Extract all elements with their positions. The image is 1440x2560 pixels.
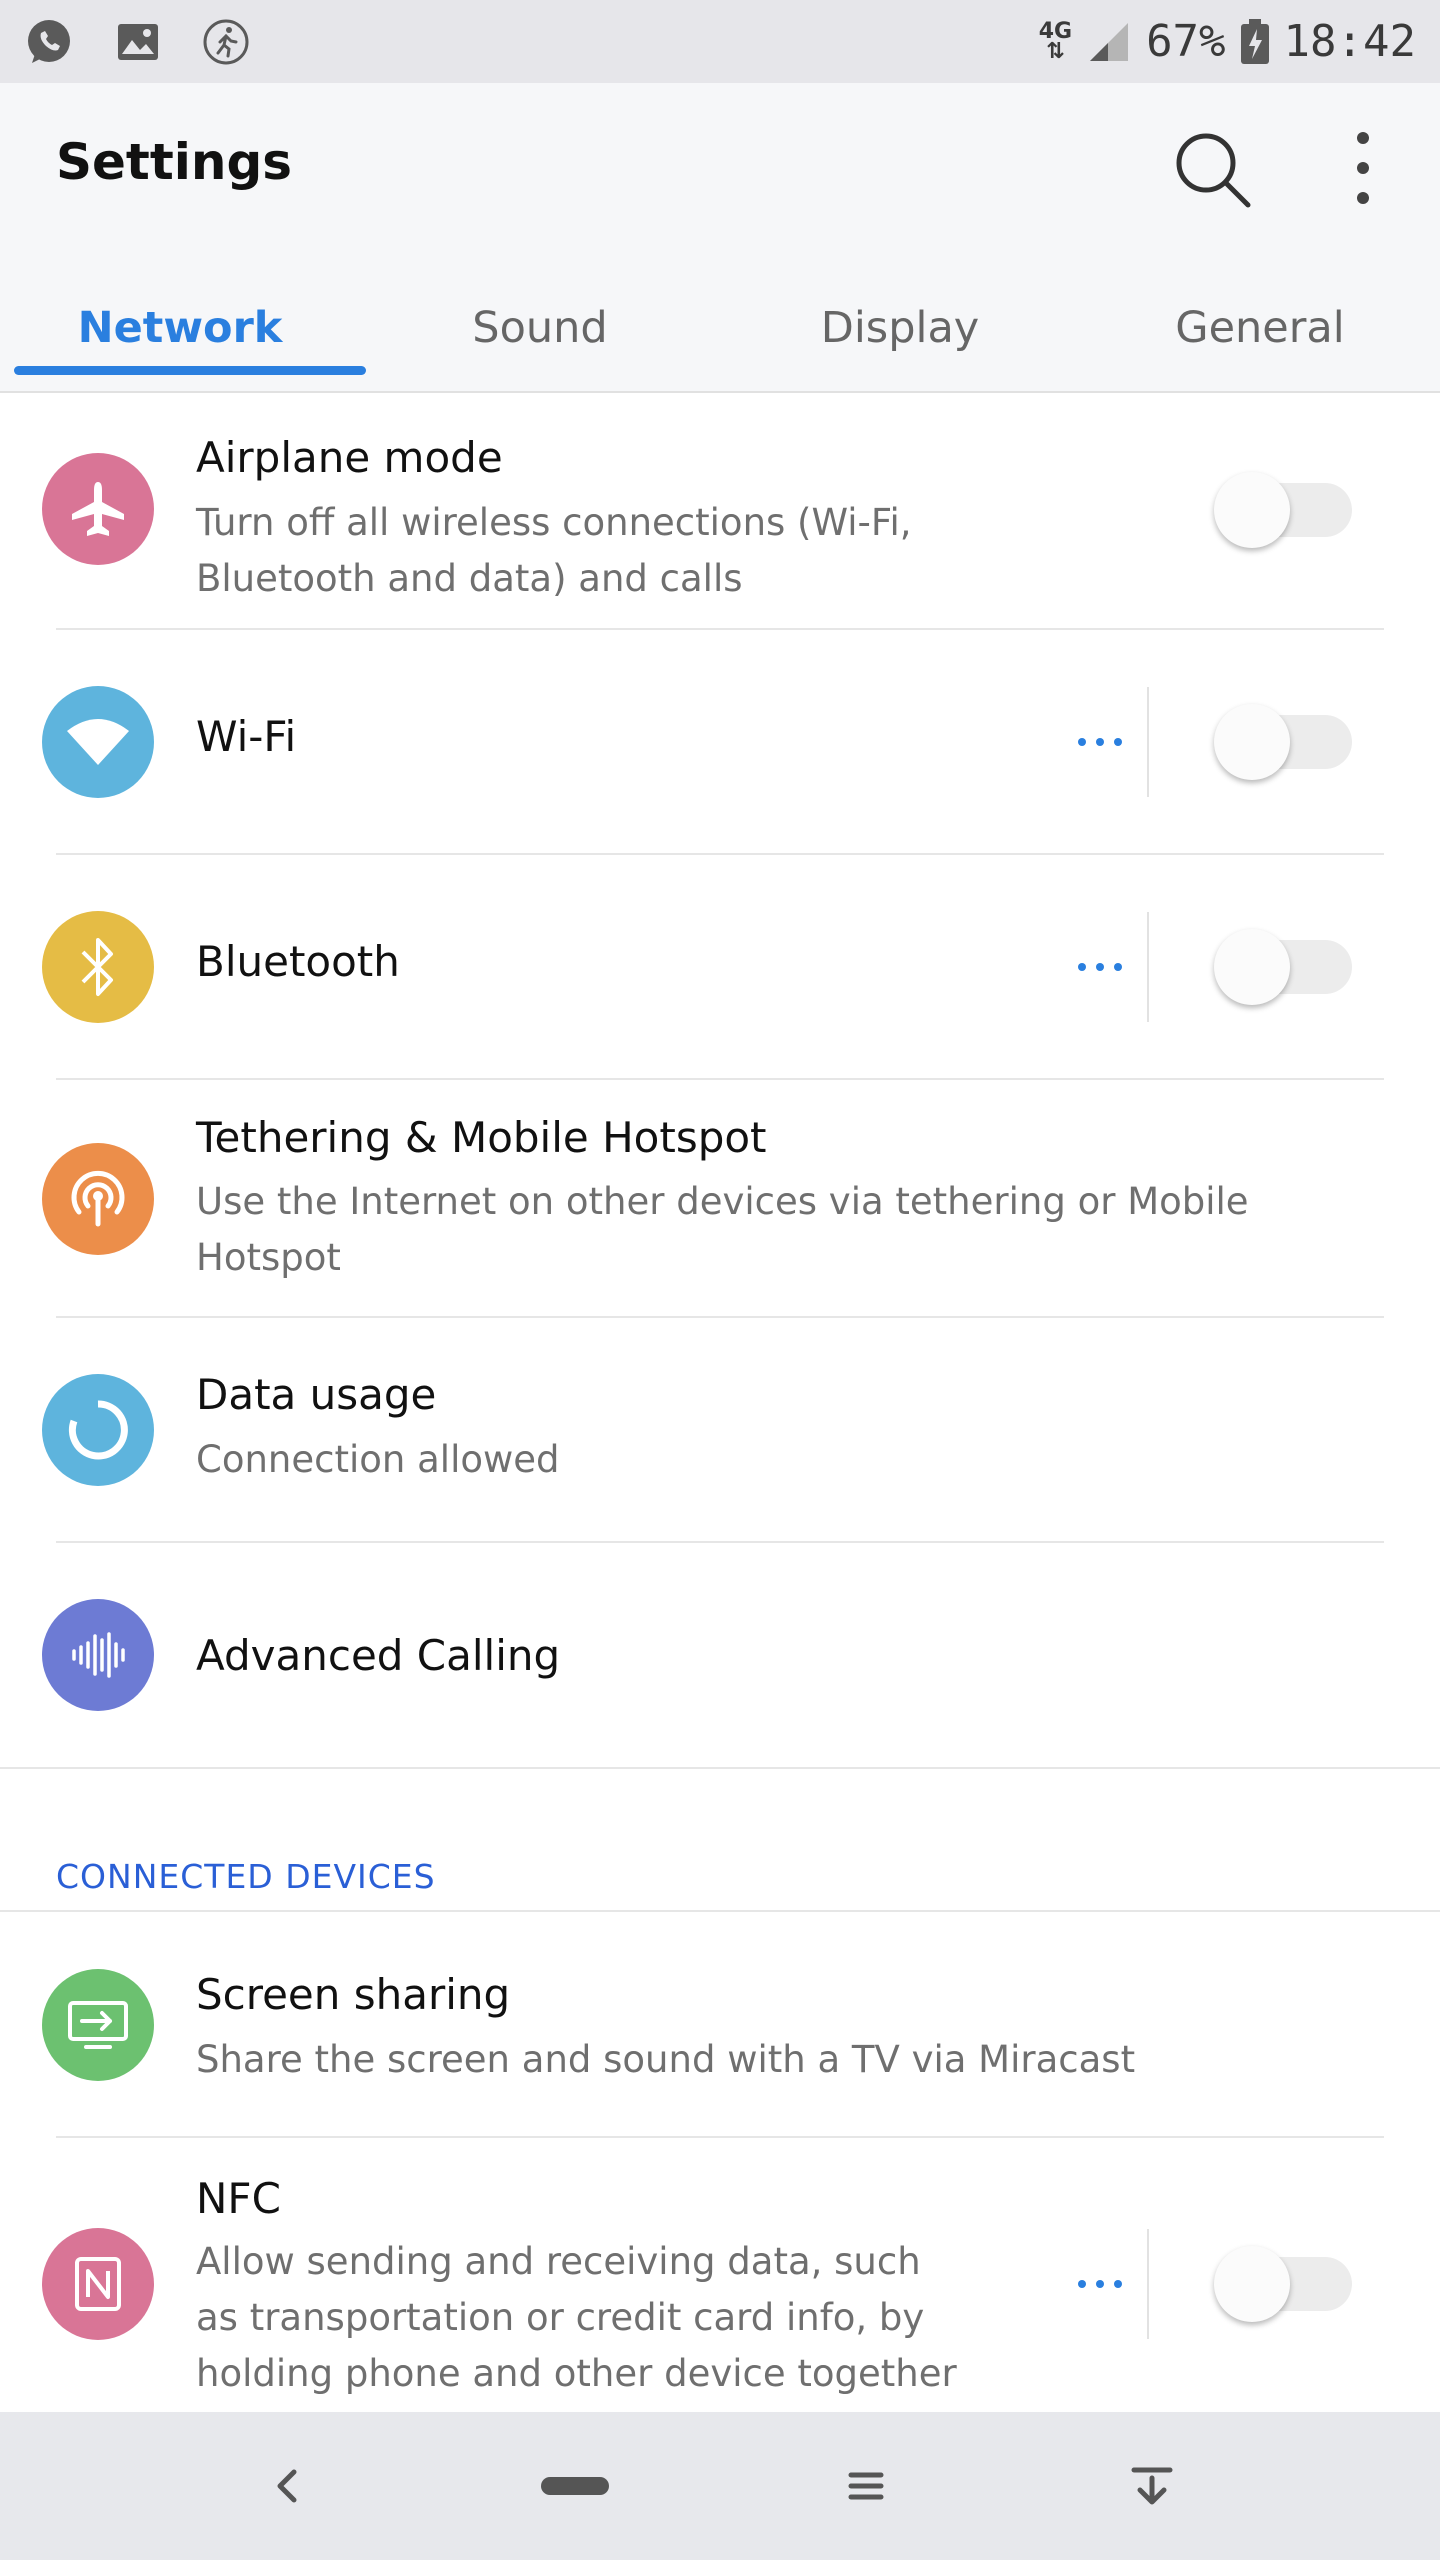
screen-sharing-title: Screen sharing xyxy=(196,1970,511,2019)
wifi-title: Wi-Fi xyxy=(196,712,297,761)
tethering-title: Tethering & Mobile Hotspot xyxy=(196,1113,767,1162)
airplane-mode-row[interactable]: Airplane mode Turn off all wireless conn… xyxy=(0,393,1440,630)
separator xyxy=(1147,687,1149,797)
battery-percent: 67% xyxy=(1146,16,1226,67)
wifi-icon xyxy=(42,686,154,798)
running-icon xyxy=(203,19,249,64)
airplane-mode-subtitle-line1: Turn off all wireless connections (Wi-Fi… xyxy=(196,501,912,544)
notification-pull-icon[interactable] xyxy=(1122,2456,1182,2516)
more-options-icon[interactable] xyxy=(1335,123,1391,213)
screen-sharing-subtitle: Share the screen and sound with a TV via… xyxy=(196,2038,1136,2081)
home-icon[interactable] xyxy=(538,2456,612,2516)
back-icon[interactable] xyxy=(258,2456,318,2516)
data-usage-title: Data usage xyxy=(196,1370,437,1419)
data-usage-row[interactable]: Data usage Connection allowed xyxy=(0,1318,1440,1543)
nfc-subtitle-line1: Allow sending and receiving data, such xyxy=(196,2240,921,2283)
search-icon[interactable] xyxy=(1168,123,1258,213)
nfc-more-icon[interactable] xyxy=(1072,2274,1128,2294)
page-title: Settings xyxy=(56,133,293,191)
tab-network[interactable]: Network xyxy=(0,283,360,393)
airplane-mode-title: Airplane mode xyxy=(196,433,503,482)
screen-sharing-row[interactable]: Screen sharing Share the screen and soun… xyxy=(0,1912,1440,2138)
hotspot-icon xyxy=(42,1143,154,1255)
airplane-mode-toggle[interactable] xyxy=(1214,472,1352,548)
toggle-knob xyxy=(1214,929,1290,1005)
data-usage-icon xyxy=(42,1374,154,1486)
clock: 18:42 xyxy=(1283,16,1416,67)
battery-charging-icon xyxy=(1240,18,1269,64)
tethering-subtitle-line1: Use the Internet on other devices via te… xyxy=(196,1180,1249,1223)
advanced-calling-row[interactable]: Advanced Calling xyxy=(0,1543,1440,1767)
data-arrows-icon: ⇅ xyxy=(1046,38,1065,64)
advanced-calling-icon xyxy=(42,1599,154,1711)
toggle-knob xyxy=(1214,2246,1290,2322)
network-indicator: 4G ⇅ xyxy=(1039,20,1072,64)
wifi-more-icon[interactable] xyxy=(1072,732,1128,752)
nfc-icon xyxy=(42,2228,154,2340)
nfc-subtitle-line2: as transportation or credit card info, b… xyxy=(196,2296,925,2339)
airplane-icon xyxy=(42,453,154,565)
data-usage-subtitle: Connection allowed xyxy=(196,1438,560,1481)
wifi-row[interactable]: Wi-Fi xyxy=(0,630,1440,855)
whatsapp-icon xyxy=(28,19,70,63)
toggle-knob xyxy=(1214,704,1290,780)
screen-sharing-icon xyxy=(42,1969,154,2081)
bluetooth-icon xyxy=(42,911,154,1023)
tab-general[interactable]: General xyxy=(1080,283,1440,393)
status-bar: 4G ⇅ 67% 18:42 xyxy=(0,0,1440,83)
tethering-subtitle-line2: Hotspot xyxy=(196,1236,341,1279)
nfc-toggle[interactable] xyxy=(1214,2246,1352,2322)
tab-sound[interactable]: Sound xyxy=(360,283,720,393)
airplane-mode-subtitle-line2: Bluetooth and data) and calls xyxy=(196,557,743,600)
connected-devices-section: CONNECTED DEVICES xyxy=(0,1767,1440,1912)
signal-icon xyxy=(1090,22,1129,61)
menu-icon[interactable] xyxy=(836,2456,896,2516)
nfc-row[interactable]: NFC Allow sending and receiving data, su… xyxy=(0,2138,1440,2412)
app-bar: Settings Network Sound Display General xyxy=(0,83,1440,393)
bluetooth-more-icon[interactable] xyxy=(1072,957,1128,977)
connected-devices-header: CONNECTED DEVICES xyxy=(56,1857,436,1896)
tab-bar: Network Sound Display General xyxy=(0,283,1440,393)
tab-display[interactable]: Display xyxy=(720,283,1080,393)
separator xyxy=(1147,2229,1149,2339)
status-left-icons xyxy=(24,17,250,67)
toggle-knob xyxy=(1214,472,1290,548)
nfc-subtitle-line3: holding phone and other device together xyxy=(196,2352,957,2395)
bluetooth-row[interactable]: Bluetooth xyxy=(0,855,1440,1080)
advanced-calling-title: Advanced Calling xyxy=(196,1631,561,1680)
image-icon xyxy=(118,23,158,60)
separator xyxy=(1147,912,1149,1022)
active-tab-indicator xyxy=(14,366,366,375)
wifi-toggle[interactable] xyxy=(1214,704,1352,780)
bluetooth-title: Bluetooth xyxy=(196,937,400,986)
nfc-title: NFC xyxy=(196,2174,281,2223)
tethering-row[interactable]: Tethering & Mobile Hotspot Use the Inter… xyxy=(0,1080,1440,1318)
bluetooth-toggle[interactable] xyxy=(1214,929,1352,1005)
status-right: 4G ⇅ 67% 18:42 xyxy=(1039,16,1416,67)
navigation-bar xyxy=(0,2412,1440,2560)
